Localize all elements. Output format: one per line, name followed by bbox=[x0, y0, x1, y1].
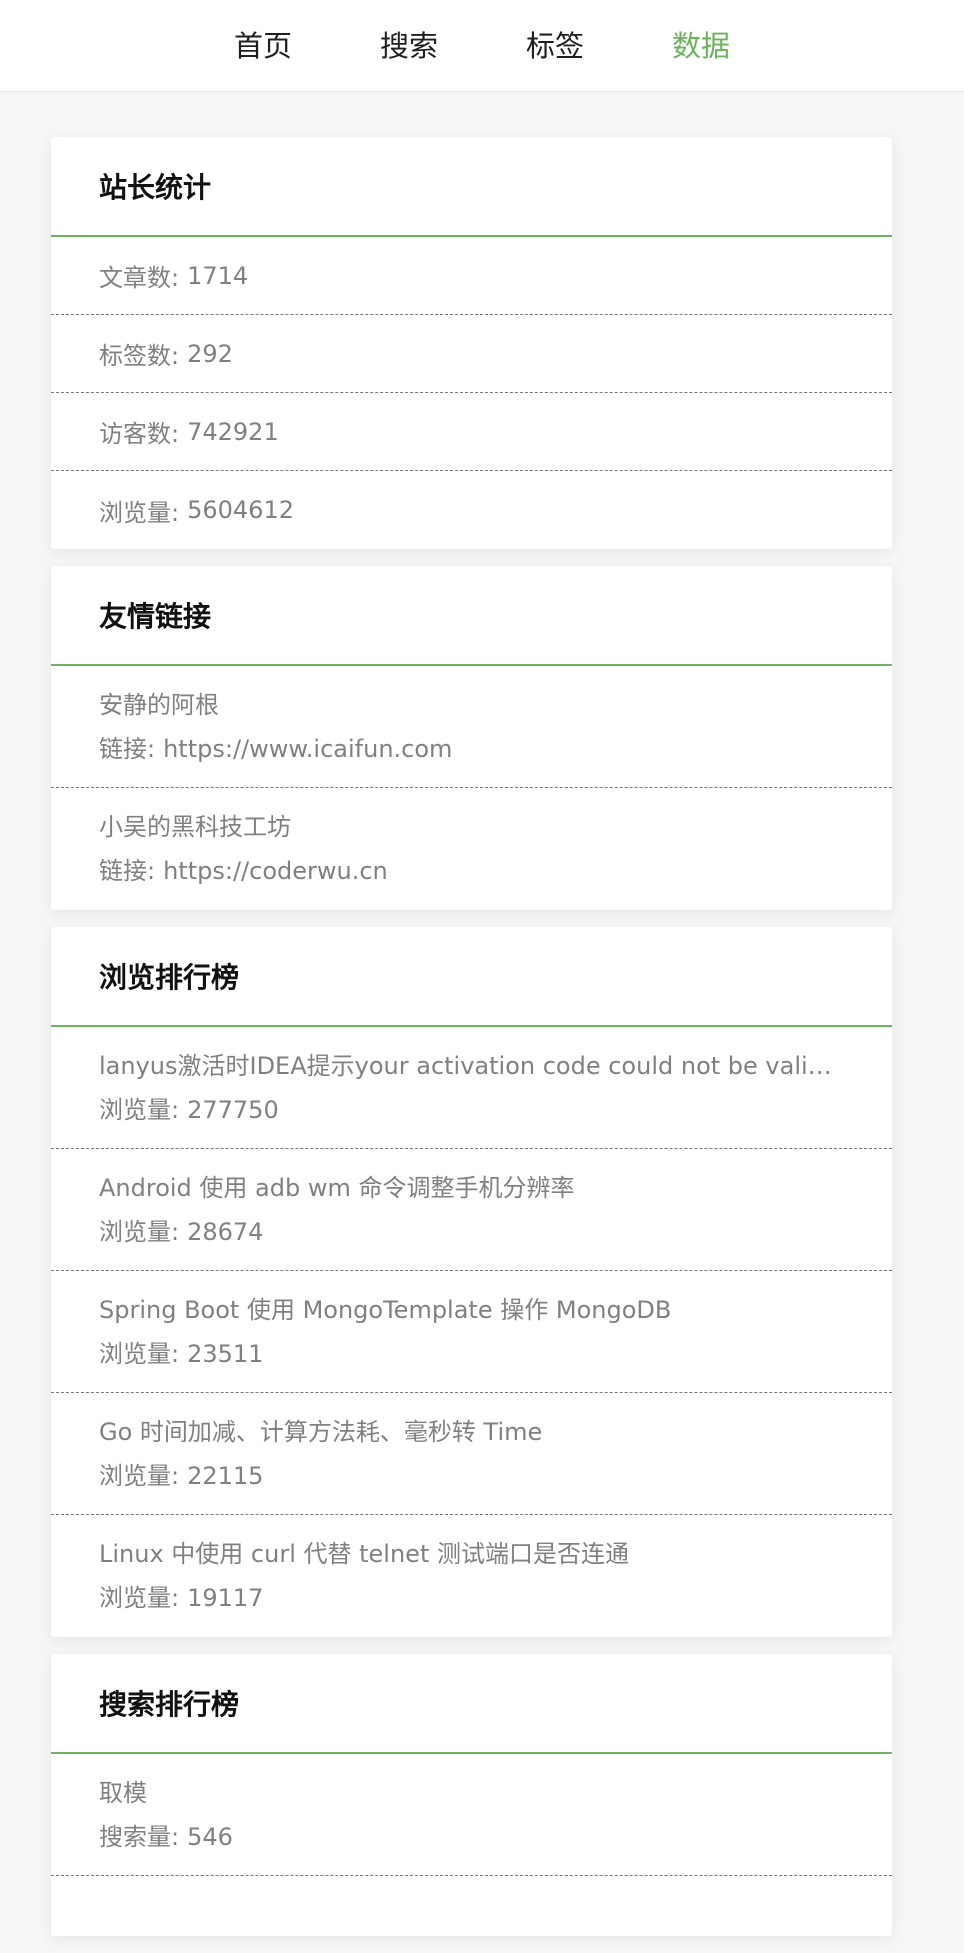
site-stats-title: 站长统计 bbox=[99, 171, 212, 204]
ranking-item[interactable]: Android 使用 adb wm 命令调整手机分辨率 浏览量: 28674 bbox=[51, 1149, 892, 1271]
content-column: 站长统计 文章数: 1714 标签数: 292 访客数: 742921 浏览量: 560… bbox=[51, 137, 892, 1953]
stat-row-visitors: 访客数: 742921 bbox=[51, 393, 892, 471]
view-count-line: 浏览量: 277750 bbox=[99, 1088, 844, 1132]
view-count-line: 浏览量: 28674 bbox=[99, 1210, 844, 1254]
search-ranking-item[interactable]: 取模 搜索量: 546 bbox=[51, 1754, 892, 1876]
stat-row-tags: 标签数: 292 bbox=[51, 315, 892, 393]
article-title-link[interactable]: Spring Boot 使用 MongoTemplate 操作 MongoDB bbox=[99, 1288, 844, 1332]
friend-link-name[interactable]: 小吴的黑科技工坊 bbox=[99, 805, 844, 849]
search-count-line: 搜索量: 546 bbox=[99, 1815, 844, 1859]
site-stats-header: 站长统计 bbox=[51, 137, 892, 237]
view-count-line: 浏览量: 23511 bbox=[99, 1332, 844, 1376]
views-ranking-header: 浏览排行榜 bbox=[51, 927, 892, 1027]
view-count: 277750 bbox=[187, 1095, 279, 1124]
view-count-label: 浏览量: bbox=[99, 1339, 180, 1368]
ranking-item[interactable]: Linux 中使用 curl 代替 telnet 测试端口是否连通 浏览量: 19… bbox=[51, 1515, 892, 1637]
view-count: 19117 bbox=[187, 1584, 264, 1612]
stat-row-articles: 文章数: 1714 bbox=[51, 237, 892, 315]
friend-link-name[interactable]: 安静的阿根 bbox=[99, 683, 844, 727]
friend-link-url-line: 链接: https://www.icaifun.com bbox=[99, 727, 844, 771]
friend-links-title: 友情链接 bbox=[99, 600, 212, 633]
stat-label: 标签数: bbox=[99, 342, 180, 370]
friend-links-header: 友情链接 bbox=[51, 566, 892, 666]
stat-value: 1714 bbox=[187, 261, 249, 290]
view-count-label: 浏览量: bbox=[99, 1461, 180, 1490]
stat-label: 访客数: bbox=[99, 420, 180, 448]
friend-link-item[interactable]: 小吴的黑科技工坊 链接: https://coderwu.cn bbox=[51, 788, 892, 910]
stat-value: 742921 bbox=[187, 417, 279, 446]
friend-link-item[interactable]: 安静的阿根 链接: https://www.icaifun.com bbox=[51, 666, 892, 788]
stat-row-pageviews: 浏览量: 5604612 bbox=[51, 471, 892, 549]
article-title-link[interactable]: Android 使用 adb wm 命令调整手机分辨率 bbox=[99, 1166, 844, 1210]
site-stats-card: 站长统计 文章数: 1714 标签数: 292 访客数: 742921 浏览量: 560… bbox=[51, 137, 892, 549]
article-title-link[interactable]: Go 时间加减、计算方法耗、毫秒转 Time bbox=[99, 1410, 844, 1454]
ranking-item[interactable]: lanyus激活时IDEA提示your activation code coul… bbox=[51, 1027, 892, 1149]
view-count: 22115 bbox=[187, 1461, 264, 1490]
views-ranking-title: 浏览排行榜 bbox=[99, 961, 240, 994]
ranking-item[interactable]: Go 时间加减、计算方法耗、毫秒转 Time 浏览量: 22115 bbox=[51, 1393, 892, 1515]
search-ranking-continuation bbox=[51, 1876, 892, 1936]
friend-link-url-line: 链接: https://coderwu.cn bbox=[99, 849, 844, 893]
search-ranking-title: 搜索排行榜 bbox=[99, 1688, 240, 1721]
article-title-link[interactable]: lanyus激活时IDEA提示your activation code coul… bbox=[99, 1044, 844, 1088]
views-ranking-card: 浏览排行榜 lanyus激活时IDEA提示your activation cod… bbox=[51, 927, 892, 1637]
search-count: 546 bbox=[187, 1822, 233, 1851]
link-label: 链接: bbox=[99, 857, 156, 885]
view-count-label: 浏览量: bbox=[99, 1095, 180, 1124]
nav-search[interactable]: 搜索 bbox=[336, 0, 482, 92]
view-count-label: 浏览量: bbox=[99, 1584, 180, 1612]
link-label: 链接: bbox=[99, 734, 156, 763]
nav-tags[interactable]: 标签 bbox=[482, 0, 628, 92]
friend-link-url[interactable]: https://coderwu.cn bbox=[163, 857, 388, 885]
view-count-line: 浏览量: 19117 bbox=[99, 1576, 844, 1620]
search-ranking-header: 搜索排行榜 bbox=[51, 1654, 892, 1754]
article-title-link[interactable]: Linux 中使用 curl 代替 telnet 测试端口是否连通 bbox=[99, 1532, 844, 1576]
nav-data[interactable]: 数据 bbox=[628, 0, 774, 92]
nav-home[interactable]: 首页 bbox=[190, 0, 336, 92]
friend-links-card: 友情链接 安静的阿根 链接: https://www.icaifun.com 小吴… bbox=[51, 566, 892, 910]
search-count-label: 搜索量: bbox=[99, 1822, 180, 1851]
view-count-label: 浏览量: bbox=[99, 1217, 180, 1246]
view-count-line: 浏览量: 22115 bbox=[99, 1454, 844, 1498]
stat-label: 文章数: bbox=[99, 264, 180, 292]
stat-label: 浏览量: bbox=[99, 498, 180, 527]
search-ranking-card: 搜索排行榜 取模 搜索量: 546 bbox=[51, 1654, 892, 1936]
search-keyword-link[interactable]: 取模 bbox=[99, 1771, 844, 1815]
top-navigation: 首页 搜索 标签 数据 bbox=[0, 0, 964, 92]
ranking-item[interactable]: Spring Boot 使用 MongoTemplate 操作 MongoDB … bbox=[51, 1271, 892, 1393]
stat-value: 5604612 bbox=[187, 496, 294, 524]
view-count: 23511 bbox=[187, 1339, 264, 1368]
stat-value: 292 bbox=[187, 339, 233, 368]
friend-link-url[interactable]: https://www.icaifun.com bbox=[163, 735, 452, 763]
view-count: 28674 bbox=[187, 1217, 264, 1246]
